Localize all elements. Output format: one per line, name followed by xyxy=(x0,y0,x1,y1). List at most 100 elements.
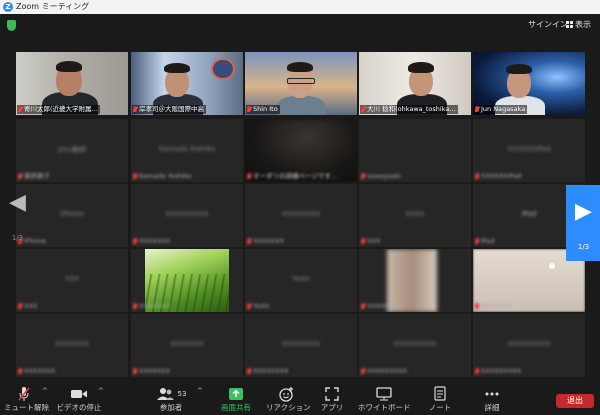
more-label: 詳細 xyxy=(484,403,500,412)
participant-name: XXXXXXXX xyxy=(246,367,291,376)
participant-center-name: XXXXXXX xyxy=(170,340,204,348)
unmute-button[interactable]: ミュート解除 xyxy=(4,379,49,415)
participant-center-name: Kamada Yoshiko xyxy=(158,145,216,153)
view-label: 表示 xyxy=(575,20,591,29)
view-button[interactable]: 表示 xyxy=(566,19,591,31)
muted-mic-icon xyxy=(361,303,365,309)
video-tile[interactable]: XXXXXXXX XXXXXXX xyxy=(245,184,357,247)
participants-count: 53 xyxy=(177,389,187,398)
light-spot xyxy=(549,263,555,269)
next-page-button[interactable]: ▶ 1/3 xyxy=(566,185,600,261)
page-indicator-left: 1/3 xyxy=(11,234,24,242)
video-tile[interactable]: XXXXXXXXX XXXXXXXXX xyxy=(473,314,585,377)
stop-video-label: ビデオの停止 xyxy=(56,403,102,412)
stop-video-button[interactable]: ビデオの停止 xyxy=(56,379,102,415)
video-tile[interactable]: XXX XXX xyxy=(16,249,128,312)
whiteboard-label: ホワイトボード xyxy=(358,403,411,412)
muted-mic-icon xyxy=(247,173,251,179)
participant-name: XXX xyxy=(360,237,382,246)
participant-name: Jun Nagasaka xyxy=(474,105,528,114)
video-tile[interactable]: 寄川太郎(近畿大学附属… xyxy=(16,52,128,115)
video-tile[interactable]: XXXXXXXX XXXXXXXX xyxy=(245,314,357,377)
more-button[interactable]: 詳細 xyxy=(478,379,506,415)
person-body xyxy=(277,96,325,115)
notes-button[interactable]: ノート xyxy=(425,379,455,415)
audio-options-caret-icon[interactable]: ^ xyxy=(42,387,48,395)
muted-mic-icon xyxy=(247,303,251,309)
participant-name: 岸孝司＠大阪国際中高 xyxy=(132,105,206,114)
participant-name: XXXXXXX xyxy=(132,237,172,246)
video-tile[interactable]: Shin Ito xyxy=(245,52,357,115)
participant-name: XXXXXXiPad xyxy=(474,172,523,181)
participant-name: 寄川太郎(近畿大学附属… xyxy=(17,105,101,114)
share-screen-button[interactable]: 画面共有 xyxy=(216,379,256,415)
video-tile[interactable]: OYU教師 藤原朝子 xyxy=(16,119,128,182)
leave-meeting-button[interactable]: 退出 xyxy=(556,394,594,408)
video-tile[interactable]: XXXXXXX xyxy=(131,249,243,312)
reactions-button[interactable]: リアクション xyxy=(266,379,311,415)
participant-name: オーダリの詳細ページです… xyxy=(246,172,339,181)
video-tile[interactable]: XXXX XXX xyxy=(359,184,471,247)
participant-name: sawayaaki xyxy=(360,172,403,181)
video-tile[interactable]: XXXXXXX xyxy=(359,249,471,312)
muted-mic-icon xyxy=(133,173,137,179)
window-titlebar: Z Zoom ミーティング xyxy=(0,0,600,14)
video-options-caret-icon[interactable]: ^ xyxy=(98,387,104,395)
video-tile[interactable]: XXXXXXiPad XXXXXXiPad xyxy=(473,119,585,182)
participant-center-name: XXXXXXXXX xyxy=(165,210,209,218)
share-screen-label: 画面共有 xyxy=(221,403,251,412)
video-tile[interactable]: オーダリの詳細ページです… xyxy=(245,119,357,182)
person-hair xyxy=(164,63,190,73)
reaction-smiley-icon xyxy=(279,386,293,402)
video-tile[interactable]: XXXXXXX XXXXXXX xyxy=(16,314,128,377)
video-tile[interactable]: 岸孝司＠大阪国際中高 xyxy=(131,52,243,115)
video-tile[interactable]: 大川 稔和(ohkawa_toshika… xyxy=(359,52,471,115)
meeting-toolbar: ミュート解除 ^ ビデオの停止 ^ 53 参加者 ^ 画面共有 リアクション ア… xyxy=(0,379,600,415)
muted-mic-icon xyxy=(361,238,365,244)
reactions-label: リアクション xyxy=(266,403,311,412)
muted-mic-icon xyxy=(18,368,22,374)
participants-options-caret-icon[interactable]: ^ xyxy=(197,387,203,395)
muted-mic-icon xyxy=(18,303,22,309)
person-hair xyxy=(408,62,434,73)
muted-mic-icon xyxy=(361,173,365,179)
participant-name: Shin Ito xyxy=(246,105,280,114)
video-tile[interactable]: Jun Nagasaka xyxy=(473,52,585,115)
muted-mic-icon xyxy=(133,368,137,374)
video-tile[interactable]: XXXXXXXXX XXXXXXX xyxy=(131,184,243,247)
participant-name: XXX xyxy=(17,302,39,311)
participant-name: iPad xyxy=(474,237,497,246)
microphone-muted-icon xyxy=(18,386,30,401)
video-tile[interactable]: sawayaaki xyxy=(359,119,471,182)
video-tile[interactable]: XXXXXXX XXXXXXX xyxy=(131,314,243,377)
security-shield-icon[interactable] xyxy=(7,20,16,31)
participant-name: XXXXXXXXX xyxy=(360,367,409,376)
participant-center-name: XXX xyxy=(64,275,80,283)
previous-page-button[interactable]: ◀ 1/3 xyxy=(0,176,35,252)
whiteboard-button[interactable]: ホワイトボード xyxy=(358,379,411,415)
participants-label: 参加者 xyxy=(159,403,183,412)
sign-in-button[interactable]: サインイン xyxy=(528,19,568,31)
chevron-right-icon: ▶ xyxy=(575,199,592,224)
muted-mic-icon xyxy=(133,106,137,112)
participant-name: XXXXXXX xyxy=(246,237,286,246)
video-tile[interactable]: Kamada Yoshiko Kamada Yoshiko xyxy=(131,119,243,182)
video-tile[interactable]: XXXXXXXXX XXXXXXXXX xyxy=(359,314,471,377)
muted-mic-icon xyxy=(133,238,137,244)
person-hair xyxy=(506,64,532,74)
participant-center-name: XXXXXXXX xyxy=(281,340,321,348)
muted-mic-icon xyxy=(475,106,479,112)
participants-button[interactable]: 53 参加者 xyxy=(150,379,192,415)
muted-mic-icon xyxy=(475,303,479,309)
muted-mic-icon xyxy=(475,173,479,179)
share-screen-icon xyxy=(229,387,243,400)
apps-label: アプリ xyxy=(320,403,344,412)
apps-button[interactable]: アプリ xyxy=(318,379,346,415)
participant-center-name: XXXXXXX xyxy=(55,340,89,348)
glasses xyxy=(287,78,315,84)
meeting-topbar: サインイン 表示 xyxy=(0,14,600,38)
zoom-logo-icon: Z xyxy=(3,2,13,12)
window-title: Zoom ミーティング xyxy=(16,2,90,11)
muted-mic-icon xyxy=(133,303,137,309)
video-tile[interactable]: Yoshi Yoshi xyxy=(245,249,357,312)
